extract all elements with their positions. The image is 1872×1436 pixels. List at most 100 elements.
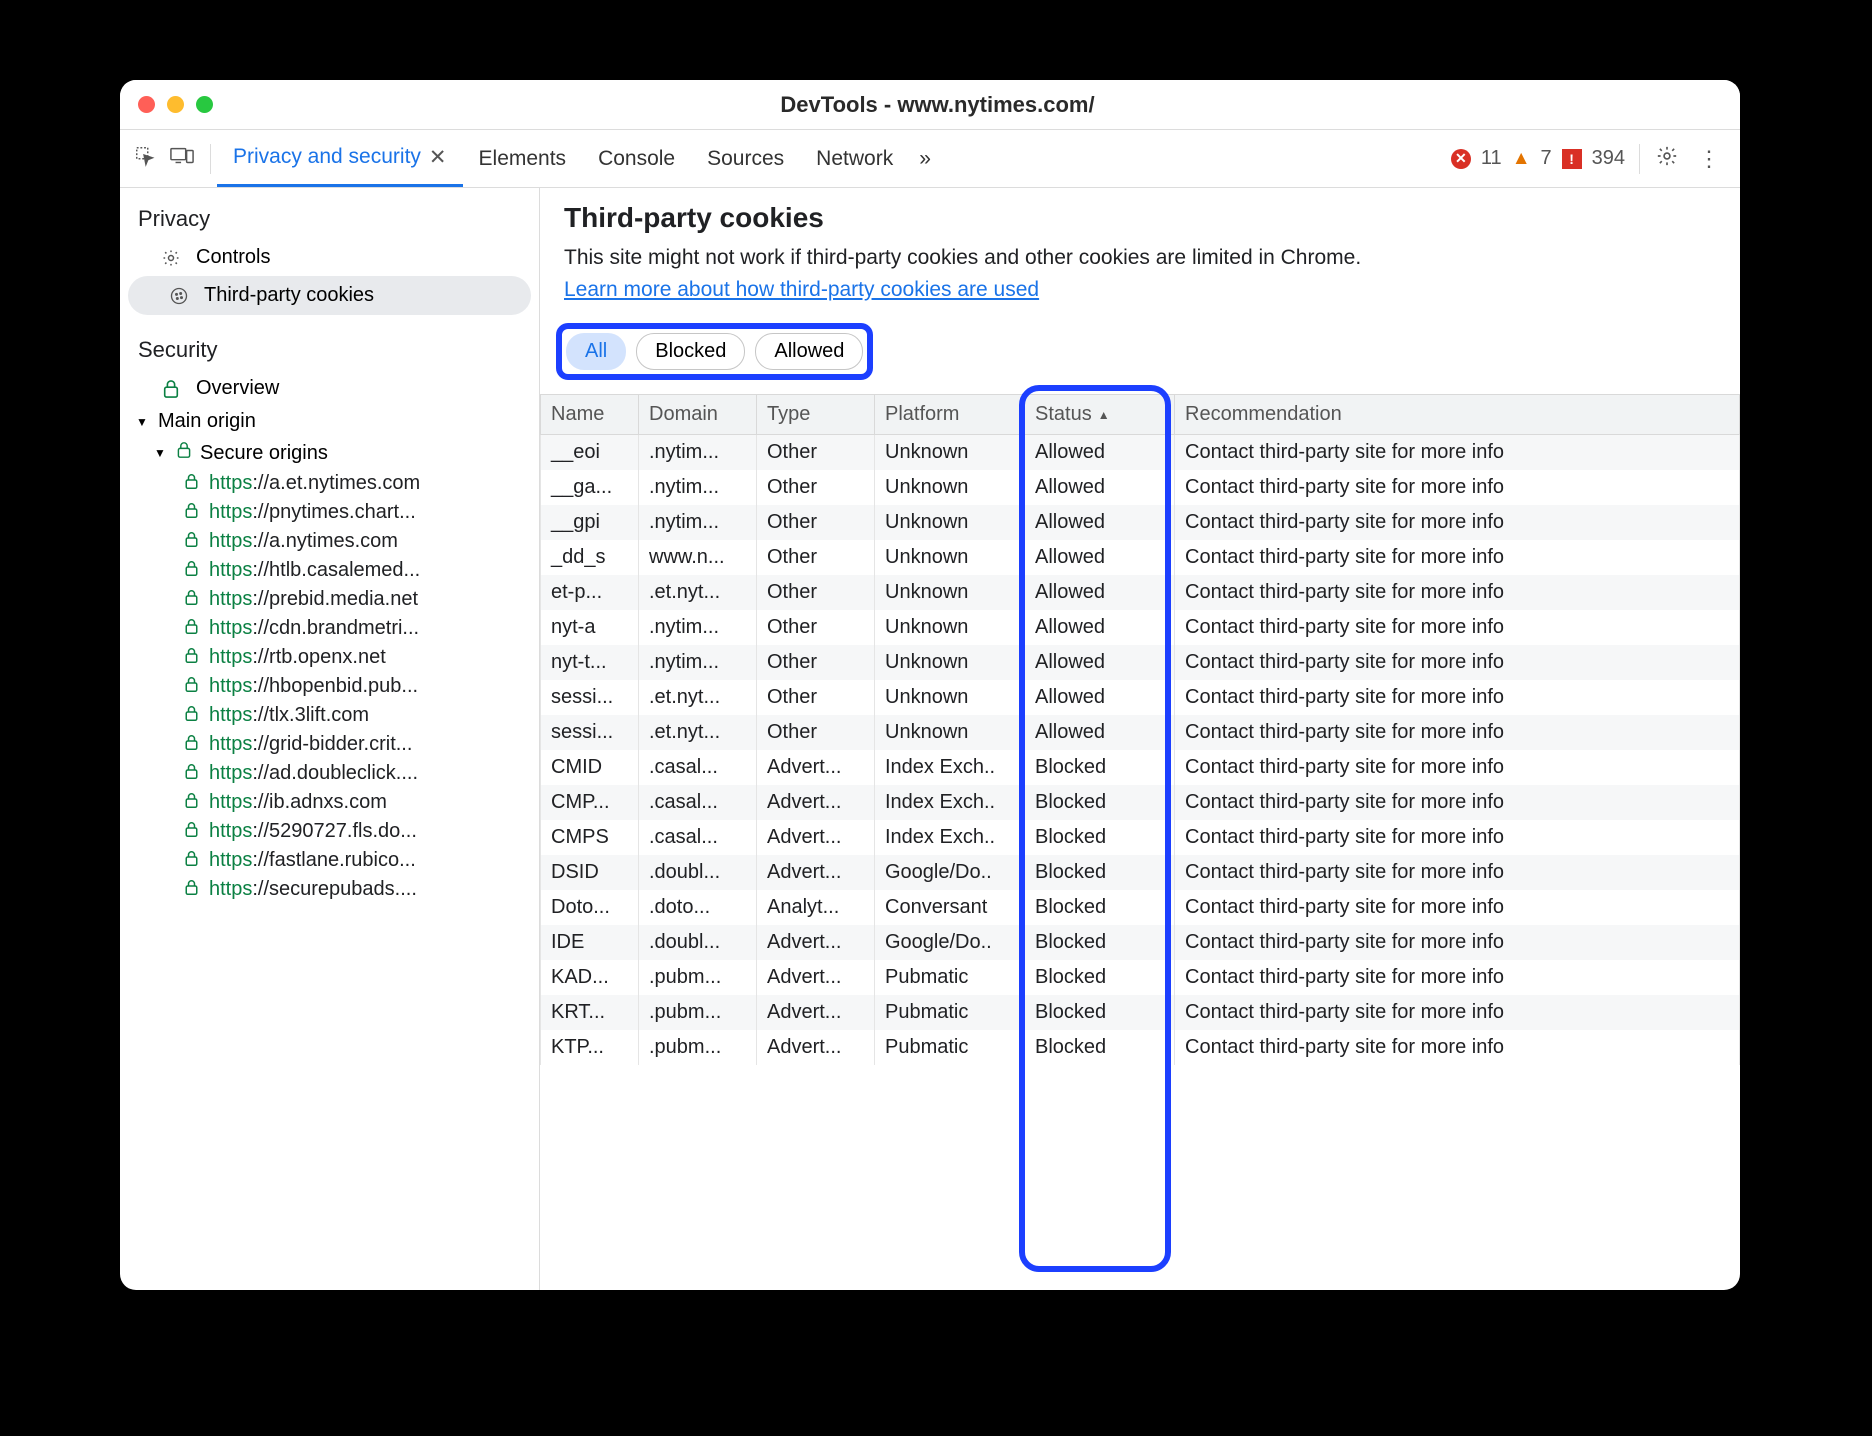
origin-item[interactable]: https://5290727.fls.do... [120, 817, 539, 846]
table-row[interactable]: __gpi.nytim...OtherUnknownAllowedContact… [541, 505, 1740, 540]
filter-chip-blocked[interactable]: Blocked [636, 333, 745, 370]
table-row[interactable]: _dd_swww.n...OtherUnknownAllowedContact … [541, 540, 1740, 575]
lock-icon [184, 647, 199, 669]
filter-chip-all[interactable]: All [566, 333, 626, 370]
cell-name: DSID [541, 855, 639, 890]
kebab-menu-icon[interactable]: ⋮ [1688, 146, 1730, 172]
cell-type: Other [757, 575, 875, 610]
table-row[interactable]: __ga....nytim...OtherUnknownAllowedConta… [541, 470, 1740, 505]
cell-status: Blocked [1025, 855, 1175, 890]
cell-type: Advert... [757, 1030, 875, 1065]
table-row[interactable]: CMID.casal...Advert...Index Exch..Blocke… [541, 750, 1740, 785]
tab-privacy-security[interactable]: Privacy and security ✕ [217, 130, 463, 187]
origin-item[interactable]: https://a.nytimes.com [120, 527, 539, 556]
cell-rec: Contact third-party site for more info [1175, 575, 1740, 610]
cell-type: Advert... [757, 995, 875, 1030]
origin-url: https://ad.doubleclick.... [209, 762, 418, 785]
origin-item[interactable]: https://hbopenbid.pub... [120, 672, 539, 701]
tab-network[interactable]: Network [800, 130, 909, 187]
table-row[interactable]: sessi....et.nyt...OtherUnknownAllowedCon… [541, 680, 1740, 715]
origin-item[interactable]: https://rtb.openx.net [120, 643, 539, 672]
col-type[interactable]: Type [757, 395, 875, 435]
table-row[interactable]: DSID.doubl...Advert...Google/Do..Blocked… [541, 855, 1740, 890]
col-name[interactable]: Name [541, 395, 639, 435]
cell-domain: .nytim... [639, 610, 757, 645]
issues-icon: ! [1562, 149, 1582, 169]
sidebar-item-third-party-cookies[interactable]: Third-party cookies [128, 276, 531, 315]
lock-icon [184, 879, 199, 901]
origin-url: https://a.et.nytimes.com [209, 472, 420, 495]
cell-platform: Google/Do.. [875, 925, 1025, 960]
cell-type: Other [757, 610, 875, 645]
learn-more-link[interactable]: Learn more about how third-party cookies… [564, 278, 1039, 301]
sidebar-item-controls[interactable]: Controls [120, 240, 539, 275]
table-row[interactable]: KRT....pubm...Advert...PubmaticBlockedCo… [541, 995, 1740, 1030]
tree-main-origin[interactable]: ▼ Main origin [120, 406, 539, 437]
cell-rec: Contact third-party site for more info [1175, 680, 1740, 715]
origin-item[interactable]: https://prebid.media.net [120, 585, 539, 614]
origin-item[interactable]: https://ib.adnxs.com [120, 788, 539, 817]
origin-item[interactable]: https://grid-bidder.crit... [120, 730, 539, 759]
tab-elements[interactable]: Elements [463, 130, 583, 187]
device-toggle-icon[interactable] [170, 146, 194, 172]
lock-icon [184, 792, 199, 814]
cell-name: KTP... [541, 1030, 639, 1065]
tabs-overflow-icon[interactable]: » [909, 130, 941, 187]
table-row[interactable]: nyt-t....nytim...OtherUnknownAllowedCont… [541, 645, 1740, 680]
col-platform[interactable]: Platform [875, 395, 1025, 435]
table-row[interactable]: CMPS.casal...Advert...Index Exch..Blocke… [541, 820, 1740, 855]
origin-item[interactable]: https://cdn.brandmetri... [120, 614, 539, 643]
tree-label: Secure origins [200, 442, 328, 465]
origin-url: https://5290727.fls.do... [209, 820, 417, 843]
table-row[interactable]: Doto....doto...Analyt...ConversantBlocke… [541, 890, 1740, 925]
origin-item[interactable]: https://securepubads.... [120, 875, 539, 904]
table-row[interactable]: CMP....casal...Advert...Index Exch..Bloc… [541, 785, 1740, 820]
origin-item[interactable]: https://a.et.nytimes.com [120, 469, 539, 498]
origin-item[interactable]: https://tlx.3lift.com [120, 701, 539, 730]
sidebar-item-overview[interactable]: Overview [120, 371, 539, 406]
table-row[interactable]: IDE.doubl...Advert...Google/Do..BlockedC… [541, 925, 1740, 960]
cell-name: sessi... [541, 715, 639, 750]
cell-rec: Contact third-party site for more info [1175, 890, 1740, 925]
cell-type: Other [757, 715, 875, 750]
col-recommendation[interactable]: Recommendation [1175, 395, 1740, 435]
table-row[interactable]: KAD....pubm...Advert...PubmaticBlockedCo… [541, 960, 1740, 995]
devtools-window: DevTools - www.nytimes.com/ Privacy and … [120, 80, 1740, 1290]
origin-url: https://securepubads.... [209, 878, 417, 901]
tab-sources[interactable]: Sources [691, 130, 800, 187]
tree-secure-origins[interactable]: ▼ Secure origins [120, 437, 539, 469]
devtools-toolbar: Privacy and security ✕ Elements Console … [120, 130, 1740, 188]
origin-item[interactable]: https://ad.doubleclick.... [120, 759, 539, 788]
col-domain[interactable]: Domain [639, 395, 757, 435]
col-status[interactable]: Status ▲ [1025, 395, 1175, 435]
status-counters[interactable]: ✕ 11 ▲ 7 ! 394 [1443, 147, 1633, 170]
filter-chip-allowed[interactable]: Allowed [755, 333, 863, 370]
caret-down-icon: ▼ [136, 415, 150, 429]
cell-type: Advert... [757, 960, 875, 995]
origin-url: https://prebid.media.net [209, 588, 418, 611]
origin-item[interactable]: https://pnytimes.chart... [120, 498, 539, 527]
table-row[interactable]: nyt-a.nytim...OtherUnknownAllowedContact… [541, 610, 1740, 645]
cell-rec: Contact third-party site for more info [1175, 540, 1740, 575]
cell-platform: Unknown [875, 540, 1025, 575]
sidebar-heading-privacy: Privacy [120, 198, 539, 240]
table-row[interactable]: KTP....pubm...Advert...PubmaticBlockedCo… [541, 1030, 1740, 1065]
table-row[interactable]: et-p....et.nyt...OtherUnknownAllowedCont… [541, 575, 1740, 610]
cell-name: sessi... [541, 680, 639, 715]
minimize-icon[interactable] [167, 96, 184, 113]
cell-platform: Unknown [875, 470, 1025, 505]
zoom-icon[interactable] [196, 96, 213, 113]
origin-item[interactable]: https://fastlane.rubico... [120, 846, 539, 875]
cell-status: Allowed [1025, 715, 1175, 750]
cell-platform: Unknown [875, 680, 1025, 715]
table-row[interactable]: sessi....et.nyt...OtherUnknownAllowedCon… [541, 715, 1740, 750]
settings-icon[interactable] [1646, 145, 1688, 173]
origin-item[interactable]: https://htlb.casalemed... [120, 556, 539, 585]
table-row[interactable]: __eoi.nytim...OtherUnknownAllowedContact… [541, 435, 1740, 471]
tab-console[interactable]: Console [582, 130, 691, 187]
inspect-element-icon[interactable] [134, 145, 156, 173]
cell-type: Advert... [757, 750, 875, 785]
close-icon[interactable] [138, 96, 155, 113]
tab-close-icon[interactable]: ✕ [429, 145, 447, 170]
sidebar-item-label: Controls [196, 246, 270, 269]
